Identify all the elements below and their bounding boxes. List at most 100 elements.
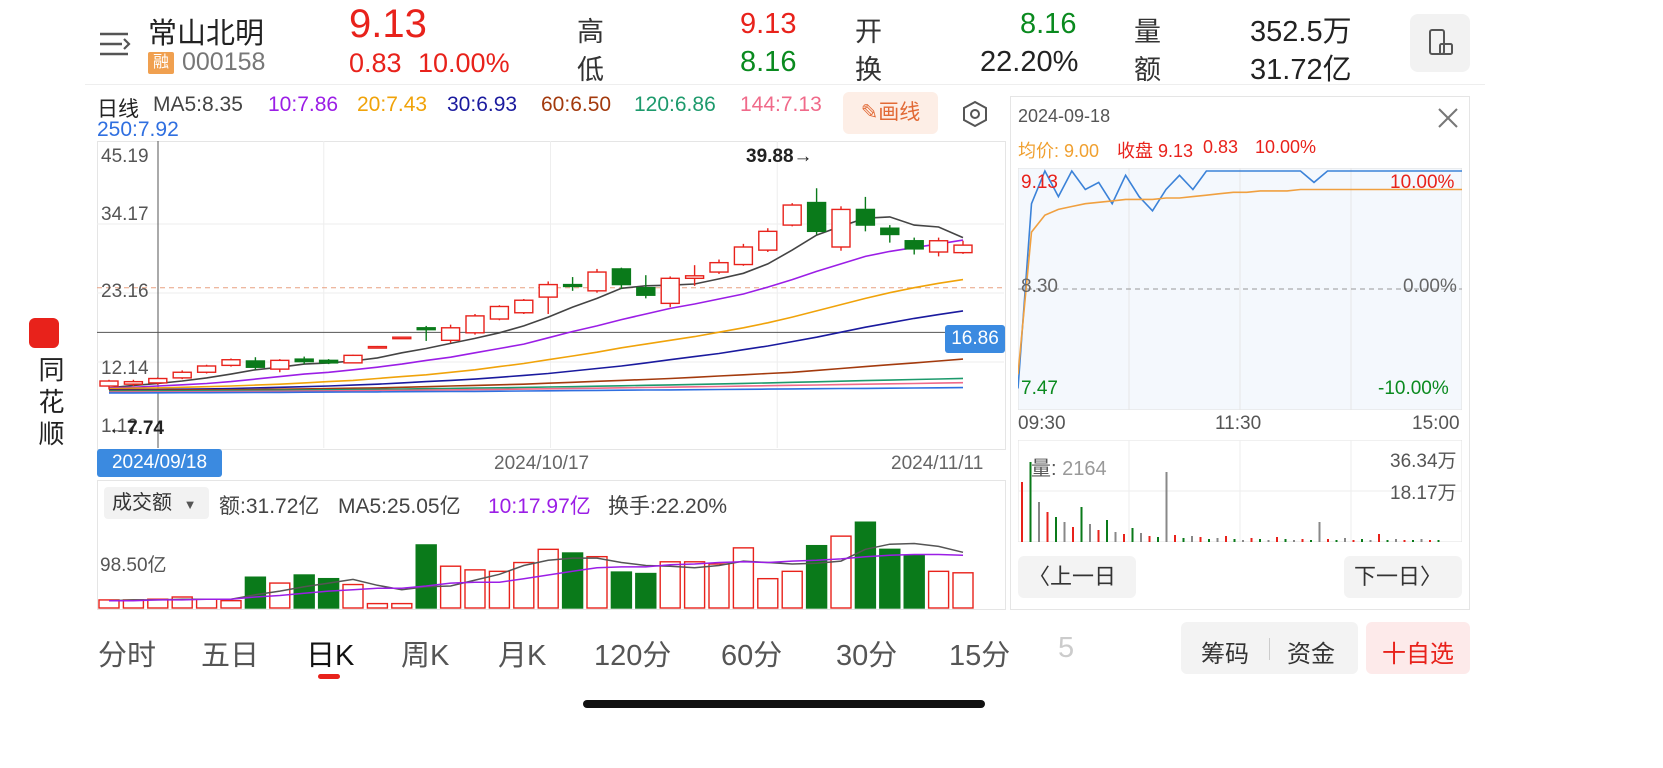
next-day-button[interactable]: 下一日〉 (1344, 556, 1462, 598)
candle-body (538, 283, 558, 298)
menu-icon[interactable] (98, 30, 132, 58)
ma5-label: MA5:8.35 (153, 93, 243, 116)
intraday-volume-bar (1123, 534, 1125, 542)
intraday-vol-value: 2164 (1062, 458, 1107, 480)
volume-bar (854, 521, 877, 609)
kline-chart[interactable] (97, 141, 1006, 450)
intraday-volume-bar (1259, 539, 1261, 542)
candle-body (855, 208, 876, 226)
candle-body (587, 271, 607, 292)
tab-60min[interactable]: 60分 (721, 632, 782, 674)
intraday-volume-bar (1046, 512, 1049, 542)
price-change: 0.83 (349, 48, 402, 78)
low-label: 低 (577, 55, 604, 85)
tab-30min[interactable]: 30分 (836, 632, 897, 674)
home-indicator (583, 700, 985, 708)
chips-button[interactable]: 筹码 (1201, 634, 1249, 669)
tab-five-day[interactable]: 五日 (201, 632, 259, 674)
volume-bar (195, 598, 218, 609)
candle-body (172, 371, 192, 379)
intraday-volume-bar (1106, 520, 1108, 542)
group-divider (1269, 638, 1270, 660)
next-day-label: 下一日 (1354, 564, 1421, 589)
brand-badge[interactable]: 同花顺 (22, 318, 66, 452)
ma10-label: 10:7.86 (268, 93, 339, 116)
volume-bar (757, 577, 779, 609)
volume-bar (439, 565, 462, 609)
intraday-avg: 均价: 9.00 (1018, 141, 1100, 161)
open-label: 开 (855, 17, 882, 47)
ytick-4: 12.14 (101, 358, 149, 379)
intraday-volume-bar (1072, 527, 1074, 542)
intraday-t-start: 09:30 (1018, 413, 1066, 434)
intraday-chart[interactable] (1018, 168, 1462, 410)
ytick-3: 23.16 (101, 281, 149, 302)
tab-monthly-k[interactable]: 月K (498, 632, 546, 674)
volume-value: 352.5万 (1250, 16, 1352, 48)
add-watchlist-button[interactable]: 十自选 (1366, 622, 1470, 674)
intraday-volume-bar (1352, 540, 1355, 542)
tab-intraday[interactable]: 分时 (98, 632, 156, 674)
candle-body (123, 380, 144, 385)
candle-body (196, 365, 217, 373)
rotate-screen-button[interactable] (1410, 14, 1470, 72)
intraday-volume-bar (1131, 528, 1134, 542)
intraday-volume-bar (1021, 482, 1023, 542)
candle-body (928, 240, 949, 253)
candle-body (733, 246, 754, 266)
candle-body (514, 299, 534, 314)
tab-120min[interactable]: 120分 (594, 632, 671, 674)
candle-body (660, 277, 680, 305)
intraday-vol-mid: 18.17万 (1390, 483, 1457, 504)
candle-body (318, 359, 339, 364)
intraday-volume-bar (1250, 538, 1253, 542)
intraday-volume-bar (1038, 502, 1040, 542)
intraday-volume-bar (1148, 536, 1151, 542)
volume-bar (635, 572, 657, 609)
settings-icon[interactable] (961, 100, 989, 128)
intraday-volume-bar (1208, 539, 1210, 542)
tab-15min[interactable]: 15分 (949, 632, 1010, 674)
ma60-label: 60:6.50 (541, 93, 612, 116)
candle-body (758, 230, 778, 251)
candle-body (392, 336, 412, 340)
candle-body (440, 327, 461, 342)
volume-bar (342, 583, 364, 609)
intraday-volume-bar (1063, 522, 1066, 542)
intraday-y-top: 9.13 (1021, 172, 1058, 193)
brand-name: 同花顺 (35, 356, 65, 452)
header-divider (85, 84, 1485, 85)
candle-body (709, 261, 729, 273)
volume-bar (927, 570, 950, 609)
last-price: 9.13 (349, 2, 427, 46)
intraday-volume-bar (1420, 539, 1423, 542)
candle-body (953, 244, 973, 254)
volume-bar (391, 602, 413, 609)
draw-line-button[interactable]: ✎画线 (843, 92, 938, 134)
intraday-volume-bar (1165, 472, 1168, 542)
tab-daily-k[interactable]: 日K (306, 632, 354, 674)
tab-5min[interactable]: 5 (1058, 632, 1074, 665)
prev-day-button[interactable]: 〈上一日 (1018, 556, 1136, 598)
intraday-volume-bar (1437, 540, 1440, 542)
volume-label: 量 (1134, 17, 1161, 47)
funds-button[interactable]: 资金 (1287, 634, 1335, 669)
close-icon[interactable] (1436, 106, 1460, 130)
intraday-pct-bot: -10.00% (1378, 378, 1449, 399)
candle-body (782, 204, 802, 226)
volume-bar (220, 599, 242, 609)
open-value: 8.16 (1020, 8, 1077, 40)
intraday-volume-bar (1284, 539, 1287, 542)
intraday-volume-bar (1140, 533, 1142, 542)
intraday-volume-bar (1429, 540, 1431, 542)
high-label: 高 (577, 17, 604, 47)
volume-chart[interactable] (97, 480, 1006, 610)
intraday-volume-bar (1182, 538, 1185, 542)
intraday-vol-label: 量: 2164 (1031, 452, 1107, 481)
tab-weekly-k[interactable]: 周K (401, 632, 449, 674)
intraday-change-pct: 10.00% (1255, 137, 1317, 157)
chips-funds-group: 筹码 资金 (1181, 622, 1358, 674)
intraday-t-mid: 11:30 (1215, 413, 1262, 434)
candle-body (245, 360, 266, 368)
candle-body (270, 359, 290, 370)
